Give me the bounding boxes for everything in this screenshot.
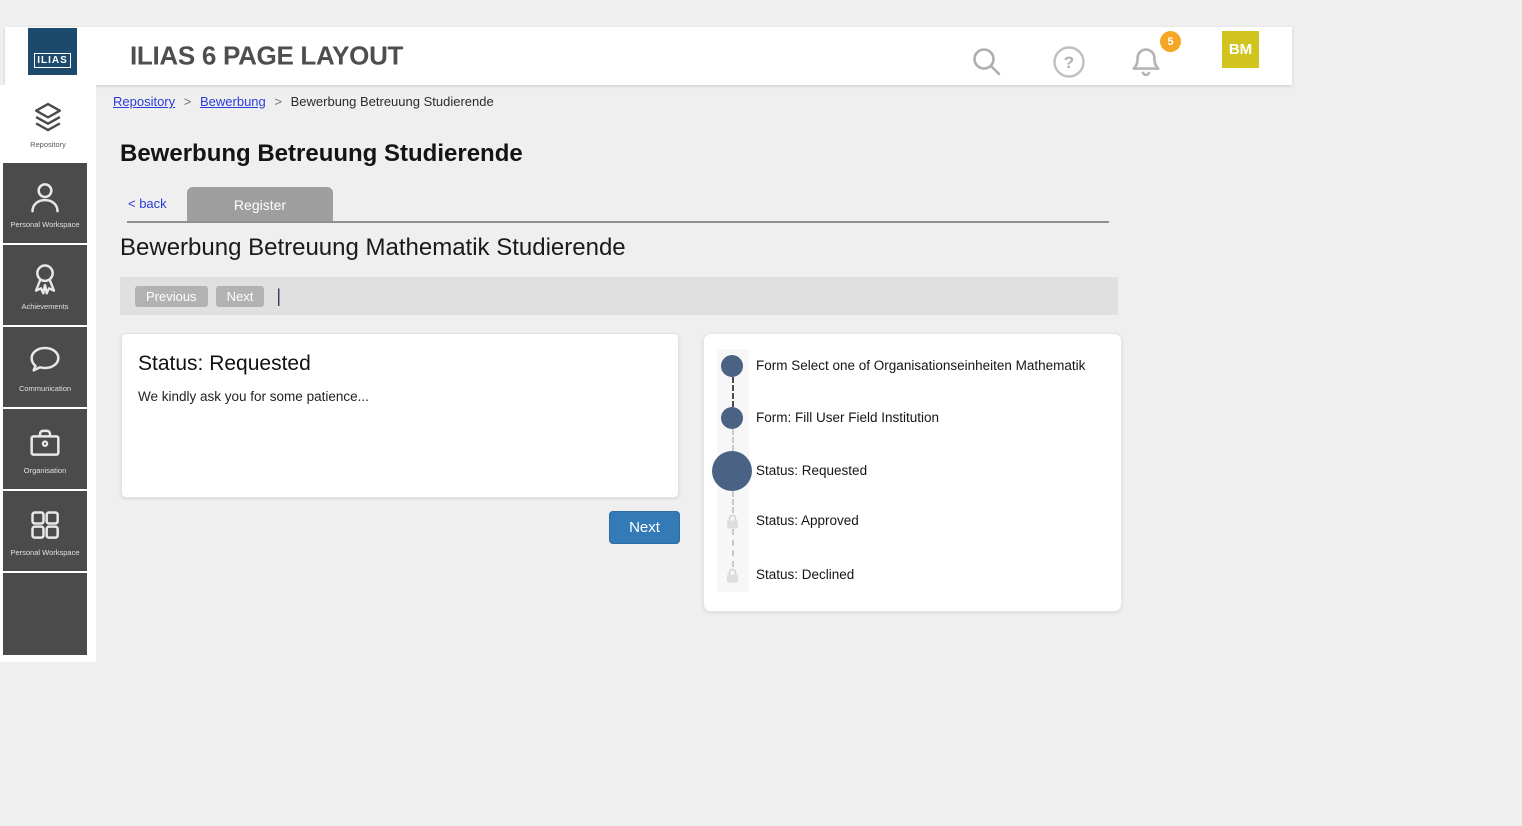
- workflow-step-label: Status: Declined: [756, 567, 854, 582]
- sidebar-item-label: Personal Workspace: [10, 548, 79, 557]
- notification-count: 5: [1167, 36, 1173, 48]
- help-icon[interactable]: ?: [1052, 45, 1086, 79]
- tab-divider: [127, 221, 1109, 223]
- lock-icon: [724, 567, 741, 584]
- status-card-body: We kindly ask you for some patience...: [138, 389, 662, 404]
- workflow-connector: [732, 529, 734, 567]
- top-header-bar: ILIAS ILIAS 6 PAGE LAYOUT ? 5 BM: [5, 27, 1292, 85]
- sidebar-empty-slot: [3, 573, 87, 655]
- workflow-step-label: Status: Requested: [756, 463, 867, 478]
- sidebar-item-organisation[interactable]: Organisation: [3, 409, 87, 489]
- workflow-step-label: Status: Approved: [756, 513, 859, 528]
- notification-bell-icon[interactable]: [1127, 44, 1165, 82]
- sidebar-item-communication[interactable]: Communication: [3, 327, 87, 407]
- sidebar-item-label: Repository: [30, 140, 66, 149]
- workflow-connector: [732, 429, 734, 451]
- breadcrumb-link-bewerbung[interactable]: Bewerbung: [200, 94, 266, 109]
- next-page-button[interactable]: Next: [216, 286, 265, 307]
- brand-title: ILIAS 6 PAGE LAYOUT: [130, 41, 403, 72]
- workflow-card: Form Select one of Organisationseinheite…: [703, 333, 1122, 612]
- step-completed-dot: [721, 407, 743, 429]
- avatar[interactable]: BM: [1222, 31, 1259, 68]
- breadcrumb: Repository > Bewerbung > Bewerbung Betre…: [113, 94, 494, 109]
- search-icon[interactable]: [968, 43, 1006, 81]
- sidebar-item-repository[interactable]: Repository: [0, 85, 96, 163]
- medal-icon: [25, 259, 65, 299]
- sidebar-item-achievements[interactable]: Achievements: [3, 245, 87, 325]
- briefcase-icon: [25, 423, 65, 463]
- breadcrumb-current: Bewerbung Betreuung Studierende: [291, 94, 494, 109]
- back-link[interactable]: < back: [128, 196, 167, 211]
- step-completed-dot: [721, 355, 743, 377]
- chat-icon: [25, 341, 65, 381]
- next-button[interactable]: Next: [609, 511, 680, 544]
- workflow-step-label: Form Select one of Organisationseinheite…: [756, 358, 1085, 373]
- step-current-dot: [712, 451, 752, 491]
- sidebar-item-label: Communication: [19, 384, 71, 393]
- ilias-logo-text: ILIAS: [34, 53, 71, 68]
- breadcrumb-separator: >: [274, 94, 282, 109]
- lock-icon: [724, 513, 741, 530]
- sidebar-item-personal-workspace-2[interactable]: Personal Workspace: [3, 491, 87, 571]
- notification-count-badge: 5: [1160, 31, 1181, 52]
- toolbar-separator: |: [276, 286, 281, 307]
- sidebar-item-label: Organisation: [24, 466, 67, 475]
- svg-text:?: ?: [1064, 53, 1074, 72]
- tab-register[interactable]: Register: [187, 187, 333, 223]
- previous-button[interactable]: Previous: [135, 286, 208, 307]
- avatar-initials: BM: [1229, 41, 1252, 58]
- sidebar-item-personal-workspace[interactable]: Personal Workspace: [3, 163, 87, 243]
- workflow-connector: [732, 377, 734, 407]
- ilias-logo[interactable]: ILIAS: [28, 28, 77, 75]
- workflow-connector: [732, 491, 734, 513]
- layers-icon: [29, 99, 67, 137]
- user-icon: [25, 177, 65, 217]
- grid-icon: [25, 505, 65, 545]
- status-card-title: Status: Requested: [138, 352, 662, 376]
- sidebar-item-label: Achievements: [21, 302, 68, 311]
- pagination-toolbar: Previous Next |: [120, 277, 1118, 315]
- page-title: Bewerbung Betreuung Studierende: [120, 140, 523, 168]
- section-title: Bewerbung Betreuung Mathematik Studieren…: [120, 234, 626, 262]
- status-card: Status: Requested We kindly ask you for …: [121, 333, 679, 498]
- breadcrumb-link-repository[interactable]: Repository: [113, 94, 175, 109]
- workflow-step-label: Form: Fill User Field Institution: [756, 410, 939, 425]
- breadcrumb-separator: >: [184, 94, 192, 109]
- main-sidebar: Repository Personal Workspace Achievemen…: [0, 85, 96, 662]
- sidebar-item-label: Personal Workspace: [10, 220, 79, 229]
